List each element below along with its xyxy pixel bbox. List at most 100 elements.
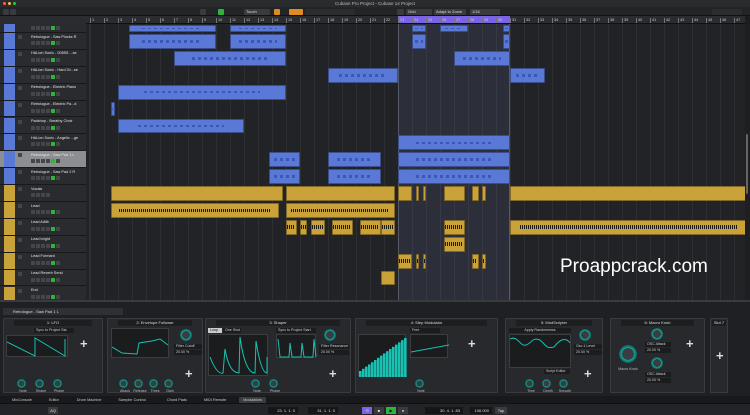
mute-solo-buttons[interactable] bbox=[18, 51, 27, 56]
parameter-knob[interactable] bbox=[525, 379, 534, 388]
track-controls[interactable] bbox=[31, 176, 76, 181]
track-row[interactable]: Retrologue - Saw Plucks R bbox=[0, 33, 86, 50]
parameter-knob[interactable] bbox=[269, 379, 278, 388]
audio-event[interactable] bbox=[443, 186, 465, 201]
midi-part[interactable] bbox=[230, 25, 286, 32]
constrain-delay-icon[interactable] bbox=[3, 8, 9, 15]
track-row[interactable]: Vocals bbox=[0, 185, 86, 202]
midi-part[interactable] bbox=[503, 25, 510, 32]
parameter-knob[interactable] bbox=[53, 379, 62, 388]
audio-event[interactable] bbox=[380, 270, 395, 286]
mute-solo-buttons[interactable] bbox=[18, 153, 27, 158]
audio-event[interactable] bbox=[359, 219, 381, 235]
mute-solo-buttons[interactable] bbox=[18, 288, 27, 293]
play-button[interactable]: ▶ bbox=[386, 406, 396, 414]
add-modulator-button[interactable]: + bbox=[185, 367, 193, 380]
midi-part[interactable] bbox=[268, 169, 300, 185]
maximize-window-button[interactable] bbox=[13, 2, 16, 5]
audio-event[interactable] bbox=[510, 219, 745, 235]
target-select[interactable]: Filter Cutoff bbox=[174, 344, 202, 349]
audio-event[interactable] bbox=[398, 186, 412, 201]
audio-event[interactable] bbox=[111, 203, 279, 218]
right-locator-field[interactable]: 31. 1. 1. 0 bbox=[308, 406, 338, 414]
mute-solo-buttons[interactable] bbox=[18, 187, 27, 192]
tool-buttons[interactable] bbox=[305, 8, 355, 15]
cycle-button[interactable]: ⟲ bbox=[362, 406, 372, 414]
macro-knob[interactable] bbox=[619, 345, 637, 363]
position-field[interactable]: 30. 4. 1. 83 bbox=[425, 406, 463, 414]
parameter-knob[interactable] bbox=[542, 379, 551, 388]
mute-solo-buttons[interactable] bbox=[18, 68, 27, 73]
left-locator-field[interactable]: 23. 1. 1. 0 bbox=[268, 406, 298, 414]
audio-event[interactable] bbox=[310, 219, 325, 235]
add-modulator-button[interactable]: + bbox=[80, 337, 88, 350]
midi-part[interactable] bbox=[328, 67, 398, 83]
track-controls[interactable] bbox=[31, 159, 76, 164]
track-row[interactable]: Retrologue - Electric Pa...d bbox=[0, 100, 86, 118]
audio-event[interactable] bbox=[510, 186, 745, 201]
mute-solo-buttons[interactable] bbox=[18, 136, 27, 141]
mute-solo-buttons[interactable] bbox=[18, 237, 27, 242]
audio-event[interactable] bbox=[111, 186, 283, 201]
midi-part[interactable] bbox=[328, 152, 381, 168]
mute-solo-buttons[interactable] bbox=[18, 204, 27, 208]
midi-part[interactable] bbox=[454, 50, 510, 66]
minimize-window-button[interactable] bbox=[8, 2, 11, 5]
mute-solo-buttons[interactable] bbox=[18, 119, 27, 124]
track-row[interactable]: Lead bright bbox=[0, 235, 86, 253]
audio-event[interactable] bbox=[286, 219, 297, 235]
midi-part[interactable] bbox=[412, 34, 426, 49]
audio-event[interactable] bbox=[380, 219, 395, 235]
track-controls[interactable] bbox=[31, 125, 76, 130]
audio-event[interactable] bbox=[422, 253, 426, 269]
vertical-scrollbar[interactable] bbox=[745, 24, 750, 300]
track-controls[interactable] bbox=[31, 91, 76, 96]
modulation-depth-knob[interactable] bbox=[579, 329, 591, 341]
parameter-knob[interactable] bbox=[17, 379, 26, 388]
autoscroll-toggle[interactable] bbox=[274, 8, 280, 15]
snap-toggle[interactable] bbox=[397, 8, 404, 15]
track-controls[interactable] bbox=[31, 41, 76, 45]
audio-event[interactable] bbox=[471, 253, 479, 269]
target-select[interactable]: OSC Attack bbox=[645, 342, 671, 347]
ruler[interactable]: 1 2 3 4 5 6 7 8 9 10 11 12 13 14 15 16 17 18 19 20 21 22 23 24 2… bbox=[86, 16, 745, 24]
stop-button[interactable]: ■ bbox=[374, 406, 384, 414]
track-controls[interactable] bbox=[31, 243, 76, 248]
parameter-knob[interactable] bbox=[415, 379, 424, 388]
track-row[interactable]: Lead Reverb Send bbox=[0, 269, 86, 287]
script-editor-button[interactable]: Script Editor bbox=[544, 369, 570, 374]
track-controls[interactable] bbox=[31, 108, 76, 113]
audio-event[interactable] bbox=[443, 219, 465, 235]
mute-solo-buttons[interactable] bbox=[18, 102, 27, 107]
track-row[interactable]: Retrologue - Electric Piano bbox=[0, 83, 86, 101]
mute-solo-buttons[interactable] bbox=[18, 254, 27, 259]
mute-solo-buttons[interactable] bbox=[18, 271, 27, 276]
midi-part[interactable] bbox=[118, 118, 244, 134]
one-shot-mode-button[interactable]: One Shot bbox=[223, 328, 241, 333]
audio-event[interactable] bbox=[482, 186, 486, 201]
mute-solo-buttons[interactable] bbox=[18, 220, 27, 225]
track-controls[interactable] bbox=[31, 142, 76, 147]
add-modulator-button[interactable]: + bbox=[329, 367, 337, 380]
audio-event[interactable] bbox=[398, 253, 412, 269]
parameter-knob[interactable] bbox=[149, 379, 158, 388]
parameter-knob[interactable] bbox=[251, 379, 260, 388]
parameter-knob[interactable] bbox=[134, 379, 143, 388]
grid-mode-select[interactable]: Adapt to Zoom bbox=[434, 8, 466, 15]
add-modulator-button[interactable]: + bbox=[584, 367, 592, 380]
scroll-thumb[interactable] bbox=[746, 134, 748, 194]
track-row[interactable]: Padshop - Breathy Choir bbox=[0, 117, 86, 135]
track-controls[interactable] bbox=[31, 294, 76, 299]
midi-part[interactable] bbox=[328, 169, 381, 185]
close-window-button[interactable] bbox=[3, 2, 6, 5]
midi-part[interactable] bbox=[398, 169, 510, 185]
midi-part[interactable] bbox=[503, 34, 510, 49]
add-modulator-button[interactable]: + bbox=[468, 337, 476, 350]
quantize-select[interactable]: 1/16 bbox=[470, 8, 500, 15]
audio-event[interactable] bbox=[286, 203, 395, 218]
modulation-depth-knob[interactable] bbox=[651, 357, 663, 369]
automation-mode-select[interactable]: Touch bbox=[244, 8, 270, 15]
midi-part[interactable] bbox=[128, 34, 216, 49]
track-row[interactable]: Lead Formant bbox=[0, 252, 86, 270]
track-controls[interactable] bbox=[31, 226, 76, 231]
